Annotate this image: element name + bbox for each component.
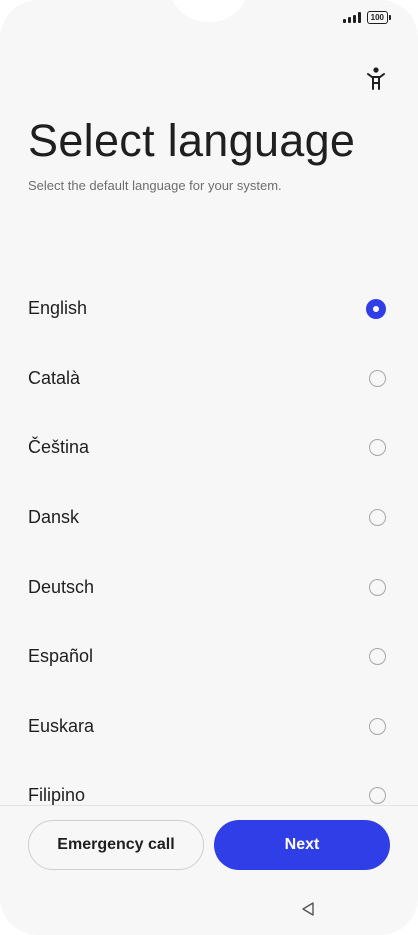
radio-unselected[interactable] bbox=[369, 717, 386, 735]
language-item-deutsch[interactable]: Deutsch bbox=[0, 552, 418, 622]
language-list: English Català Čeština Dansk Deutsch Esp… bbox=[0, 274, 418, 831]
radio-unselected[interactable] bbox=[369, 509, 386, 527]
language-label: Dansk bbox=[28, 507, 80, 528]
radio-unselected[interactable] bbox=[369, 648, 386, 666]
next-button[interactable]: Next bbox=[214, 820, 390, 870]
language-label: Català bbox=[28, 367, 81, 388]
battery-level: 100 bbox=[370, 13, 384, 22]
footer-bar: Emergency call Next bbox=[0, 805, 418, 935]
page-title: Select language bbox=[28, 115, 356, 166]
language-item-cestina[interactable]: Čeština bbox=[0, 413, 418, 483]
accessibility-icon[interactable] bbox=[366, 66, 386, 92]
language-label: Čeština bbox=[28, 437, 90, 458]
language-label: Deutsch bbox=[28, 576, 95, 597]
back-triangle-icon[interactable] bbox=[300, 901, 316, 917]
page-subtitle: Select the default language for your sys… bbox=[28, 178, 282, 193]
battery-icon: 100 bbox=[366, 11, 392, 24]
signal-icon bbox=[342, 12, 361, 23]
radio-unselected[interactable] bbox=[369, 787, 386, 805]
camera-notch bbox=[168, 0, 250, 22]
radio-unselected[interactable] bbox=[369, 578, 386, 596]
radio-selected[interactable] bbox=[366, 298, 386, 319]
language-item-dansk[interactable]: Dansk bbox=[0, 483, 418, 553]
setup-screen: 100 Select language Select the default l… bbox=[0, 0, 418, 935]
language-label: Español bbox=[28, 646, 94, 667]
language-item-espanol[interactable]: Español bbox=[0, 622, 418, 692]
status-bar: 100 bbox=[342, 11, 392, 24]
language-item-catala[interactable]: Català bbox=[0, 344, 418, 414]
language-label: English bbox=[28, 298, 88, 319]
language-item-english[interactable]: English bbox=[0, 274, 418, 344]
radio-unselected[interactable] bbox=[369, 439, 386, 457]
radio-unselected[interactable] bbox=[369, 369, 386, 387]
language-item-euskara[interactable]: Euskara bbox=[0, 692, 418, 762]
emergency-call-button[interactable]: Emergency call bbox=[28, 820, 204, 870]
language-label: Filipino bbox=[28, 785, 86, 806]
language-label: Euskara bbox=[28, 715, 95, 736]
